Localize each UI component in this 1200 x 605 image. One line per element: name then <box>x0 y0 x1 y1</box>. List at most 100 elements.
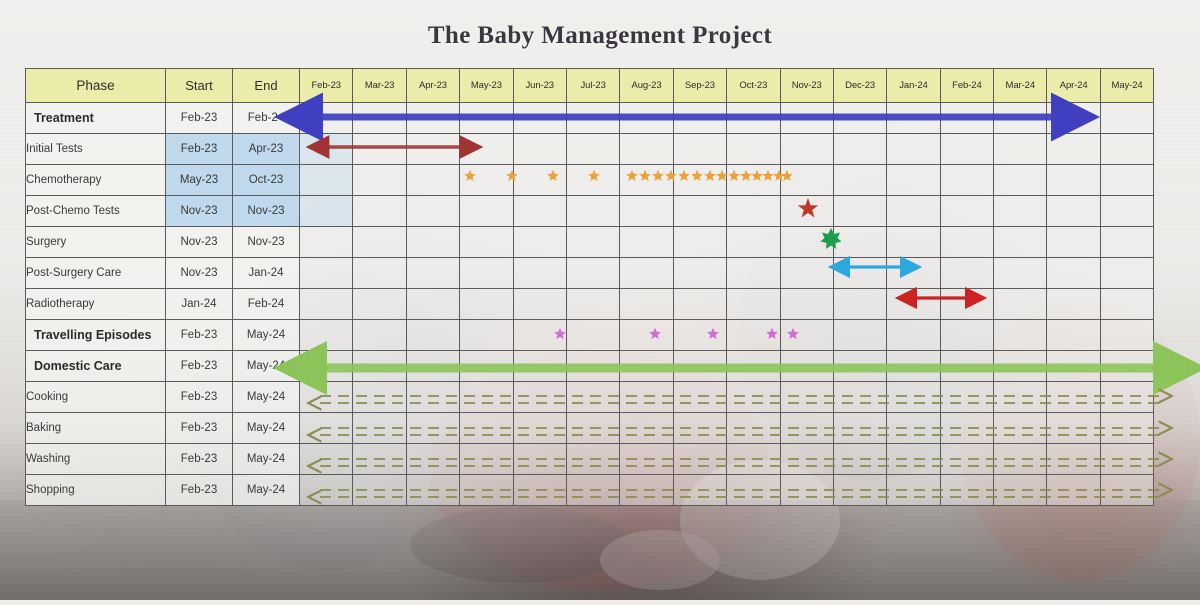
timeline-cell[interactable] <box>832 443 888 475</box>
timeline-cell[interactable] <box>886 102 941 134</box>
timeline-cell[interactable] <box>459 164 514 196</box>
timeline-cell[interactable] <box>993 319 1048 351</box>
timeline-cell[interactable] <box>726 412 781 444</box>
timeline-cell[interactable] <box>298 443 354 475</box>
timeline-cell[interactable] <box>565 443 621 475</box>
timeline-cell[interactable] <box>352 133 407 165</box>
timeline-cell[interactable] <box>726 474 781 506</box>
timeline-cell[interactable] <box>352 226 407 258</box>
timeline-cell[interactable] <box>886 381 941 413</box>
timeline-cell[interactable] <box>886 288 941 320</box>
timeline-cell[interactable] <box>298 195 354 227</box>
timeline-cell[interactable] <box>779 412 834 444</box>
timeline-cell[interactable] <box>352 195 407 227</box>
timeline-cell[interactable] <box>1099 319 1155 351</box>
timeline-cell[interactable] <box>779 319 834 351</box>
timeline-cell[interactable] <box>459 257 514 289</box>
timeline-cell[interactable] <box>565 102 621 134</box>
timeline-cell[interactable] <box>565 257 621 289</box>
timeline-cell[interactable] <box>939 164 995 196</box>
timeline-cell[interactable] <box>726 195 781 227</box>
timeline-cell[interactable] <box>619 164 674 196</box>
timeline-cell[interactable] <box>352 257 407 289</box>
timeline-cell[interactable] <box>939 319 995 351</box>
timeline-cell[interactable] <box>832 350 888 382</box>
table-row[interactable]: Baking Feb-23 May-24 <box>25 412 1155 444</box>
timeline-cell[interactable] <box>565 350 621 382</box>
timeline-cell[interactable] <box>993 133 1048 165</box>
timeline-cell[interactable] <box>726 226 781 258</box>
timeline-cell[interactable] <box>619 257 674 289</box>
timeline-cell[interactable] <box>672 443 728 475</box>
timeline-cell[interactable] <box>619 443 674 475</box>
timeline-cell[interactable] <box>619 381 674 413</box>
timeline-cell[interactable] <box>565 412 621 444</box>
timeline-cell[interactable] <box>512 474 567 506</box>
table-row[interactable]: Surgery Nov-23 Nov-23 <box>25 226 1155 258</box>
timeline-cell[interactable] <box>672 474 728 506</box>
timeline-cell[interactable] <box>565 226 621 258</box>
timeline-cell[interactable] <box>405 164 461 196</box>
timeline-cell[interactable] <box>672 350 728 382</box>
timeline-cell[interactable] <box>405 195 461 227</box>
timeline-cell[interactable] <box>619 133 674 165</box>
timeline-cell[interactable] <box>886 164 941 196</box>
timeline-cell[interactable] <box>672 381 728 413</box>
timeline-cell[interactable] <box>886 133 941 165</box>
table-row[interactable]: Radiotherapy Jan-24 Feb-24 <box>25 288 1155 320</box>
table-row[interactable]: Initial Tests Feb-23 Apr-23 <box>25 133 1155 165</box>
timeline-cell[interactable] <box>672 319 728 351</box>
timeline-cell[interactable] <box>886 350 941 382</box>
timeline-cell[interactable] <box>512 319 567 351</box>
timeline-cell[interactable] <box>939 443 995 475</box>
timeline-cell[interactable] <box>298 257 354 289</box>
timeline-cell[interactable] <box>298 102 354 134</box>
timeline-cell[interactable] <box>512 350 567 382</box>
timeline-cell[interactable] <box>352 319 407 351</box>
timeline-cell[interactable] <box>512 195 567 227</box>
timeline-cell[interactable] <box>939 226 995 258</box>
timeline-cell[interactable] <box>619 474 674 506</box>
timeline-cell[interactable] <box>459 350 514 382</box>
timeline-cell[interactable] <box>405 257 461 289</box>
timeline-cell[interactable] <box>352 164 407 196</box>
table-row[interactable]: Chemotherapy May-23 Oct-23 <box>25 164 1155 196</box>
timeline-cell[interactable] <box>405 133 461 165</box>
timeline-cell[interactable] <box>779 164 834 196</box>
timeline-cell[interactable] <box>298 412 354 444</box>
timeline-cell[interactable] <box>512 226 567 258</box>
timeline-cell[interactable] <box>832 381 888 413</box>
timeline-cell[interactable] <box>352 350 407 382</box>
table-row[interactable]: Travelling Episodes Feb-23 May-24 <box>25 319 1155 351</box>
timeline-cell[interactable] <box>1046 319 1101 351</box>
timeline-cell[interactable] <box>405 288 461 320</box>
timeline-cell[interactable] <box>1099 133 1155 165</box>
timeline-cell[interactable] <box>672 257 728 289</box>
timeline-cell[interactable] <box>405 412 461 444</box>
timeline-cell[interactable] <box>1046 474 1101 506</box>
timeline-cell[interactable] <box>672 412 728 444</box>
timeline-cell[interactable] <box>512 381 567 413</box>
timeline-cell[interactable] <box>1099 350 1155 382</box>
timeline-cell[interactable] <box>459 381 514 413</box>
timeline-cell[interactable] <box>298 350 354 382</box>
timeline-cell[interactable] <box>298 381 354 413</box>
timeline-cell[interactable] <box>726 102 781 134</box>
timeline-cell[interactable] <box>779 474 834 506</box>
timeline-cell[interactable] <box>298 226 354 258</box>
timeline-cell[interactable] <box>993 288 1048 320</box>
timeline-cell[interactable] <box>352 381 407 413</box>
timeline-cell[interactable] <box>939 288 995 320</box>
timeline-cell[interactable] <box>939 412 995 444</box>
timeline-cell[interactable] <box>352 288 407 320</box>
timeline-cell[interactable] <box>939 257 995 289</box>
timeline-cell[interactable] <box>405 474 461 506</box>
timeline-cell[interactable] <box>779 102 834 134</box>
timeline-cell[interactable] <box>565 474 621 506</box>
timeline-cell[interactable] <box>886 195 941 227</box>
timeline-cell[interactable] <box>1099 412 1155 444</box>
timeline-cell[interactable] <box>886 443 941 475</box>
timeline-cell[interactable] <box>993 474 1048 506</box>
timeline-cell[interactable] <box>619 226 674 258</box>
timeline-cell[interactable] <box>886 412 941 444</box>
